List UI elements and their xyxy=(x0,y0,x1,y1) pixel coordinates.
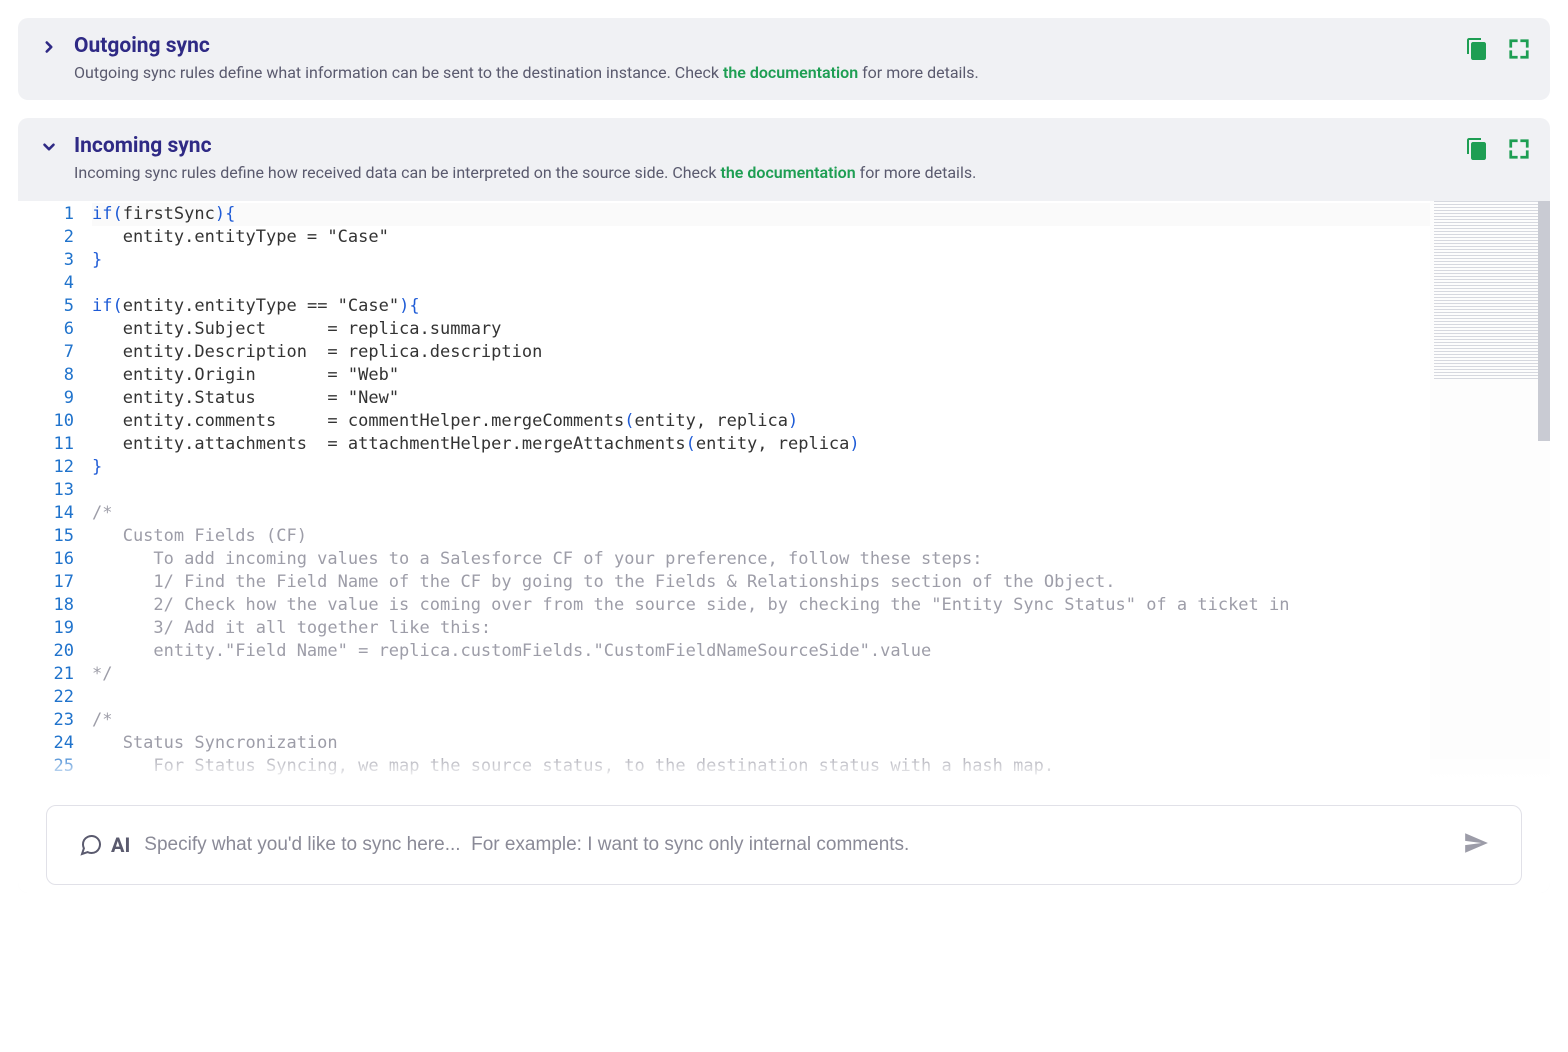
ai-input-card: AI xyxy=(46,805,1522,885)
outgoing-sync-panel: Outgoing sync Outgoing sync rules define… xyxy=(18,18,1550,100)
incoming-sync-panel: Incoming sync Incoming sync rules define… xyxy=(18,118,1550,892)
line-numbers: 1234567891011121314151617181920212223242… xyxy=(18,201,92,781)
incoming-desc: Incoming sync rules define how received … xyxy=(74,162,976,184)
send-icon[interactable] xyxy=(1463,830,1489,860)
outgoing-header[interactable]: Outgoing sync Outgoing sync rules define… xyxy=(18,18,1550,100)
incoming-title: Incoming sync xyxy=(74,134,976,158)
fullscreen-icon[interactable] xyxy=(1506,36,1532,62)
code-content[interactable]: if(firstSync){ entity.entityType = "Case… xyxy=(92,201,1430,781)
code-editor[interactable]: 1234567891011121314151617181920212223242… xyxy=(18,201,1550,781)
outgoing-desc: Outgoing sync rules define what informat… xyxy=(74,62,979,84)
chat-icon xyxy=(79,833,103,857)
chevron-right-icon xyxy=(38,38,60,61)
incoming-header[interactable]: Incoming sync Incoming sync rules define… xyxy=(18,118,1550,200)
minimap[interactable] xyxy=(1430,201,1550,781)
outgoing-doc-link[interactable]: the documentation xyxy=(723,63,858,82)
ai-input-row: AI xyxy=(18,781,1550,893)
copy-icon[interactable] xyxy=(1464,136,1490,162)
fullscreen-icon[interactable] xyxy=(1506,136,1532,162)
incoming-doc-link[interactable]: the documentation xyxy=(721,163,856,182)
ai-label: AI xyxy=(79,833,130,857)
outgoing-title: Outgoing sync xyxy=(74,34,979,58)
minimap-scrollbar[interactable] xyxy=(1538,201,1550,441)
ai-prompt-input[interactable] xyxy=(144,834,1449,856)
chevron-down-icon xyxy=(38,138,60,161)
copy-icon[interactable] xyxy=(1464,36,1490,62)
